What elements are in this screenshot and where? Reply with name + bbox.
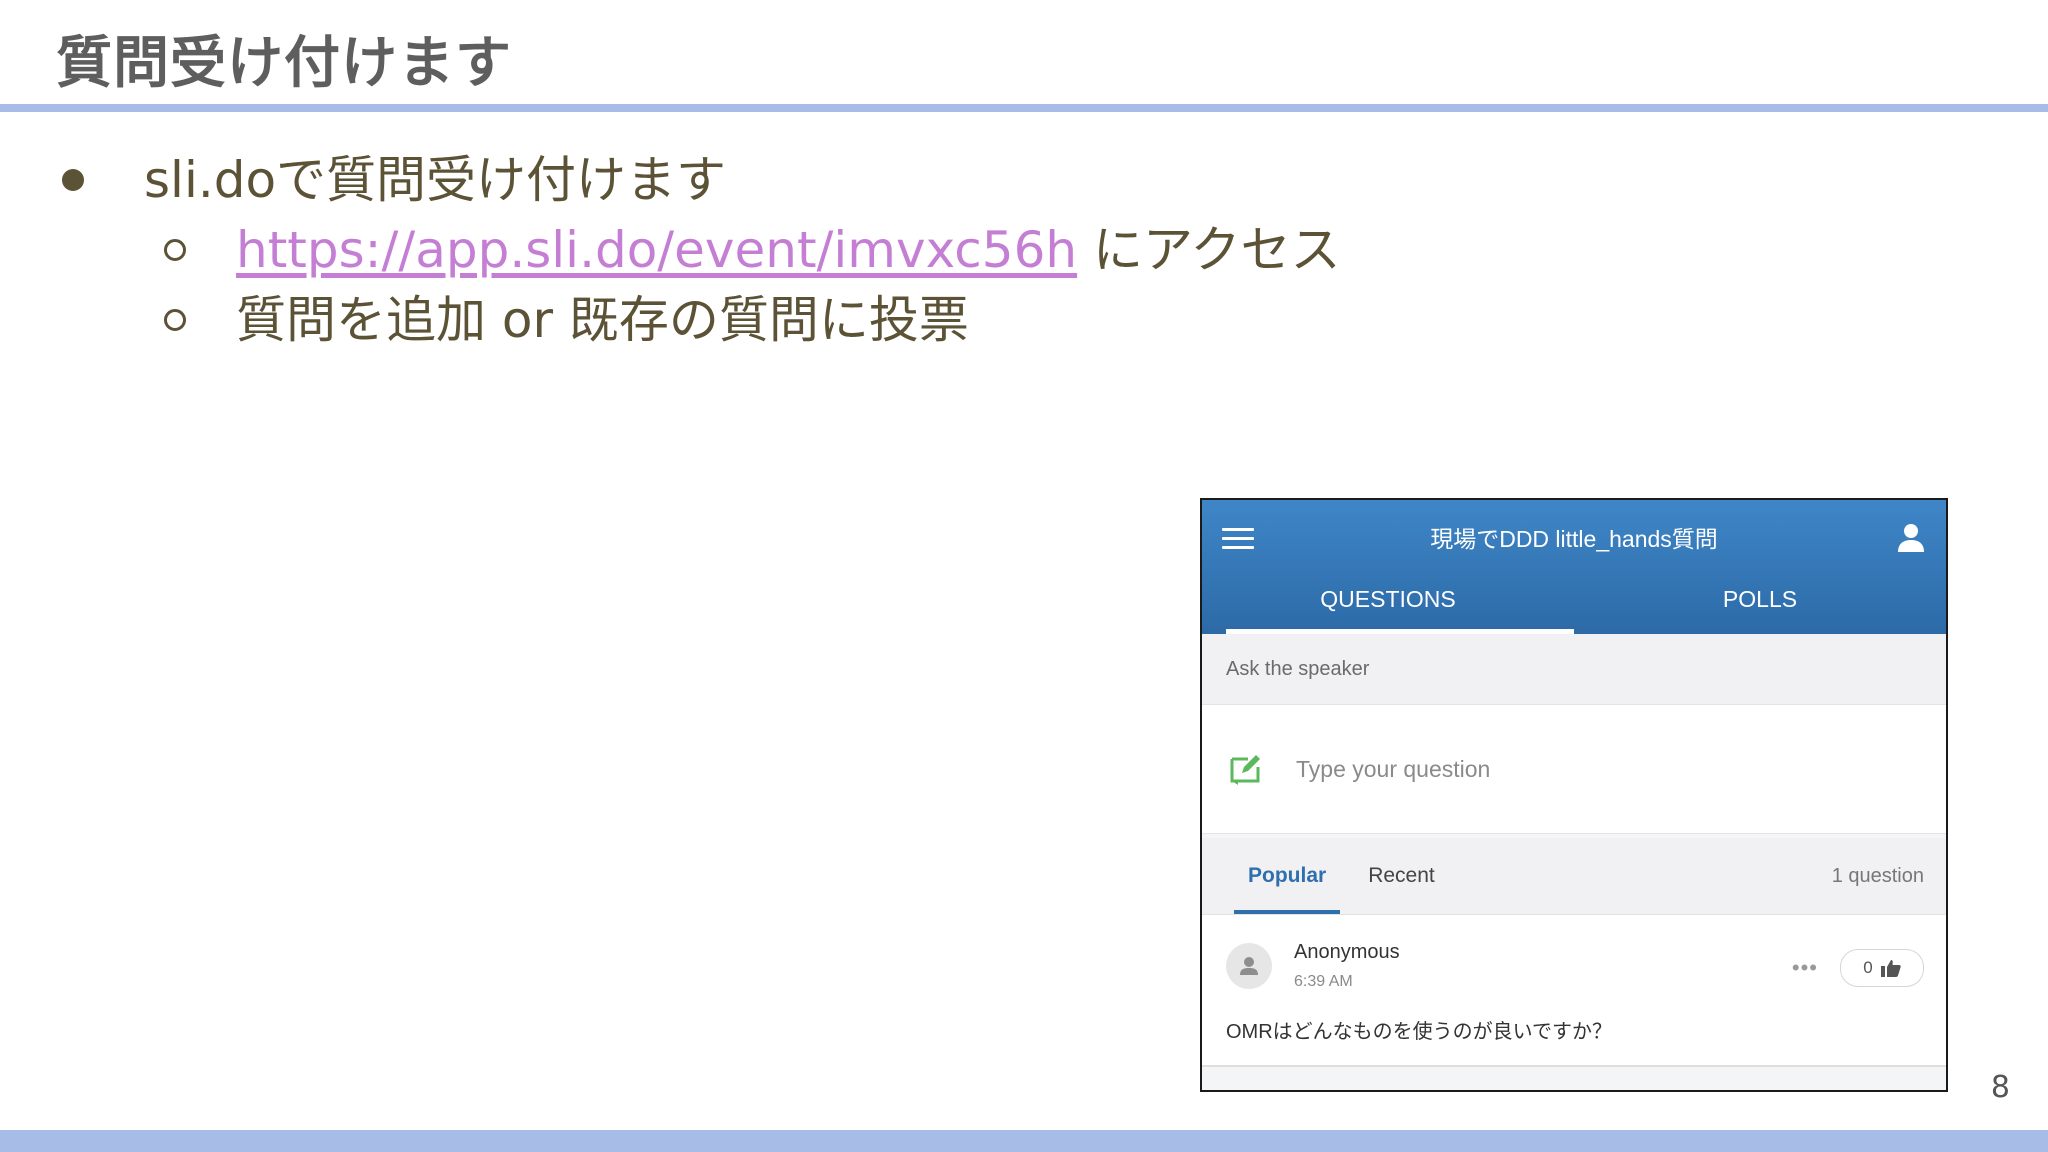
slido-event-link[interactable]: https://app.sli.do/event/imvxc56h: [236, 221, 1077, 279]
bullet-item: sli.doで質問受け付けます: [62, 140, 726, 212]
slide-title: 質問受け付けます: [56, 31, 512, 96]
question-time: 6:39 AM: [1294, 973, 1353, 990]
question-input[interactable]: [1294, 754, 1858, 784]
app-tabs: QUESTIONS POLLS: [1202, 570, 1946, 634]
title-divider: [0, 104, 2048, 112]
question-compose-row[interactable]: [1202, 704, 1946, 834]
bullet-circle-icon: [164, 238, 186, 261]
sub-bullet-item: https://app.sli.do/event/imvxc56h にアクセス: [164, 210, 1341, 282]
more-icon[interactable]: •••: [1792, 957, 1818, 979]
thumbs-up-icon: [1880, 960, 1901, 977]
question-count: 1 question: [1831, 864, 1924, 887]
tab-questions[interactable]: QUESTIONS: [1202, 570, 1574, 634]
upvote-button[interactable]: 0: [1840, 949, 1924, 987]
sub-bullet-item: 質問を追加 or 既存の質問に投票: [164, 280, 969, 352]
sort-bar: Popular Recent 1 question: [1202, 838, 1946, 915]
bullet-text: sli.doで質問受け付けます: [144, 151, 727, 209]
avatar-icon: [1226, 943, 1272, 989]
user-icon[interactable]: [1896, 522, 1926, 554]
event-title: 現場でDDD little_hands質問: [1430, 526, 1718, 552]
page-number: 8: [1990, 1070, 2010, 1105]
sub-bullet-text: にアクセス: [1077, 221, 1341, 279]
bullet-circle-icon: [164, 308, 186, 331]
slido-app-screenshot: 現場でDDD little_hands質問 QUESTIONS POLLS As…: [1200, 498, 1948, 1092]
bottom-bar: [0, 1130, 2048, 1152]
vote-count: 0: [1863, 958, 1873, 977]
tab-polls[interactable]: POLLS: [1574, 570, 1946, 634]
app-header: 現場でDDD little_hands質問 QUESTIONS POLLS: [1202, 500, 1946, 634]
sub-bullet-text: 質問を追加 or 既存の質問に投票: [236, 291, 969, 349]
question-card: Anonymous 6:39 AM ••• 0 OMRはどんなものを使うのが良い…: [1202, 915, 1946, 1067]
sort-tab-popular[interactable]: Popular: [1234, 838, 1341, 914]
question-text: OMRはどんなものを使うのが良いですか？: [1226, 1021, 1613, 1043]
compose-icon: [1230, 755, 1260, 785]
question-author: Anonymous: [1294, 941, 1400, 963]
bullet-dot-icon: [62, 168, 84, 191]
ask-the-speaker-label: Ask the speaker: [1202, 634, 1946, 704]
sort-tab-recent[interactable]: Recent: [1354, 838, 1449, 914]
